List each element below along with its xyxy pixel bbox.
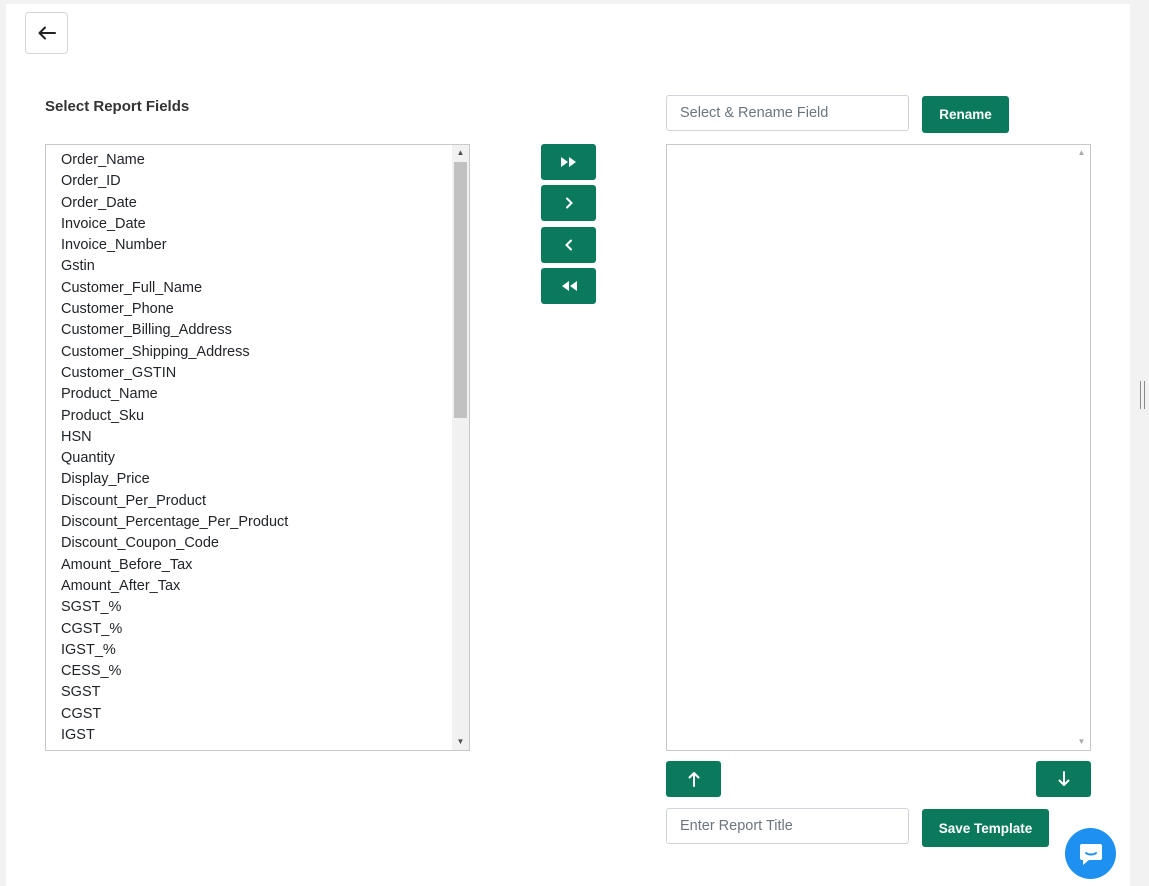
save-template-button[interactable]: Save Template: [922, 809, 1049, 847]
field-option[interactable]: HSN: [46, 427, 451, 448]
move-up-button[interactable]: [666, 761, 721, 797]
move-all-right-button[interactable]: [541, 144, 596, 180]
field-option[interactable]: Invoice_Date: [46, 214, 451, 235]
double-chevron-left-icon: [561, 281, 577, 291]
available-fields-items: Order_Name Order_ID Order_Date Invoice_Date…: [46, 150, 451, 746]
move-down-button[interactable]: [1036, 761, 1091, 797]
field-option[interactable]: Discount_Percentage_Per_Product: [46, 512, 451, 533]
scroll-up-icon[interactable]: ▲: [1073, 145, 1090, 161]
field-option[interactable]: Invoice_Number: [46, 235, 451, 256]
available-fields-list[interactable]: Order_Name Order_ID Order_Date Invoice_Date…: [45, 144, 470, 751]
arrow-left-icon: [38, 26, 56, 40]
field-option[interactable]: Customer_Phone: [46, 299, 451, 320]
field-option[interactable]: Product_Sku: [46, 406, 451, 427]
double-chevron-right-icon: [560, 157, 576, 167]
arrow-up-icon: [688, 772, 699, 787]
resize-handle[interactable]: [1140, 381, 1145, 409]
scroll-thumb[interactable]: [454, 162, 467, 418]
field-option[interactable]: Order_ID: [46, 171, 451, 192]
field-option[interactable]: Customer_Shipping_Address: [46, 342, 451, 363]
scrollbar[interactable]: ▲ ▼: [1073, 145, 1090, 750]
chevron-left-icon: [564, 239, 572, 251]
field-option[interactable]: Order_Date: [46, 193, 451, 214]
chevron-right-icon: [565, 197, 573, 209]
field-option[interactable]: Gstin: [46, 256, 451, 277]
field-option[interactable]: Amount_After_Tax: [46, 576, 451, 597]
field-option[interactable]: SGST_%: [46, 597, 451, 618]
field-option[interactable]: CGST_%: [46, 619, 451, 640]
field-option[interactable]: Quantity: [46, 448, 451, 469]
rename-button[interactable]: Rename: [922, 96, 1009, 133]
field-option[interactable]: IGST: [46, 725, 451, 746]
selected-fields-list[interactable]: ▲ ▼: [666, 144, 1091, 751]
field-option[interactable]: Discount_Per_Product: [46, 491, 451, 512]
arrow-down-icon: [1058, 771, 1069, 786]
field-option[interactable]: Product_Name: [46, 384, 451, 405]
scroll-up-icon[interactable]: ▲: [452, 145, 469, 161]
field-option[interactable]: SGST: [46, 682, 451, 703]
scroll-down-icon[interactable]: ▼: [1073, 734, 1090, 750]
field-option[interactable]: Customer_Full_Name: [46, 278, 451, 299]
rename-field-input[interactable]: [666, 95, 909, 131]
field-option[interactable]: Order_Name: [46, 150, 451, 171]
scroll-down-icon[interactable]: ▼: [452, 734, 469, 750]
field-option[interactable]: Display_Price: [46, 469, 451, 490]
section-title: Select Report Fields: [45, 98, 190, 115]
scrollbar[interactable]: ▲ ▼: [452, 145, 469, 750]
field-option[interactable]: Amount_Before_Tax: [46, 555, 451, 576]
field-option[interactable]: Customer_GSTIN: [46, 363, 451, 384]
report-title-input[interactable]: [666, 808, 909, 844]
field-option[interactable]: Customer_Billing_Address: [46, 320, 451, 341]
chat-widget-button[interactable]: [1065, 828, 1116, 879]
back-button[interactable]: [25, 12, 68, 54]
move-left-button[interactable]: [541, 227, 596, 263]
field-option[interactable]: Discount_Coupon_Code: [46, 533, 451, 554]
field-option[interactable]: IGST_%: [46, 640, 451, 661]
move-all-left-button[interactable]: [541, 268, 596, 304]
field-option[interactable]: CGST: [46, 704, 451, 725]
move-right-button[interactable]: [541, 185, 596, 221]
field-option[interactable]: CESS_%: [46, 661, 451, 682]
chat-icon: [1079, 843, 1102, 865]
